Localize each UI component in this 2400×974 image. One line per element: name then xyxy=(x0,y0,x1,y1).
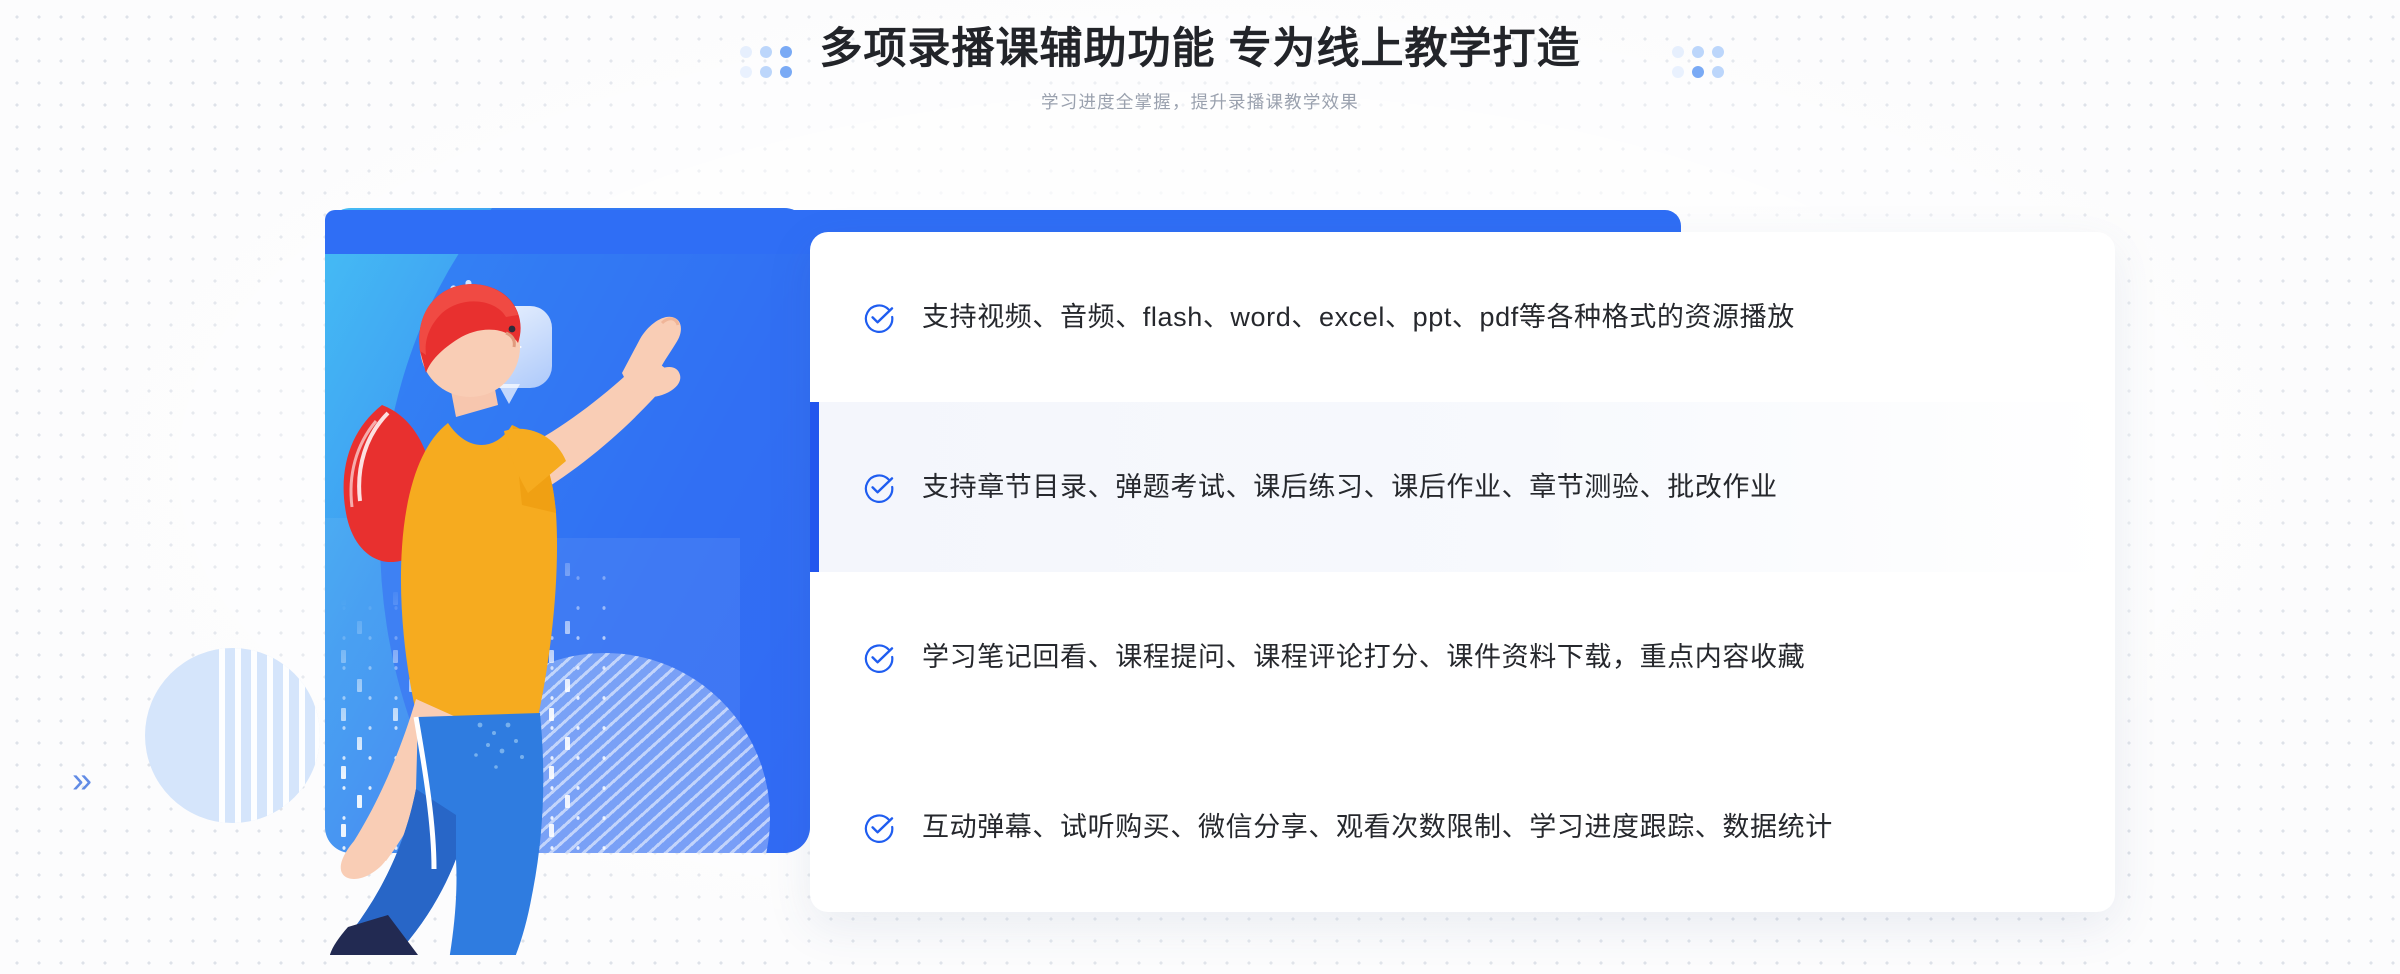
page-subtitle: 学习进度全掌握，提升录播课教学效果 xyxy=(1041,92,1359,112)
feature-list: 支持视频、音频、flash、word、excel、ppt、pdf等各种格式的资源… xyxy=(810,232,2115,912)
check-circle-icon xyxy=(864,474,894,503)
feature-label: 支持视频、音频、flash、word、excel、ppt、pdf等各种格式的资源… xyxy=(922,302,1795,332)
banner-header: 多项录播课辅助功能 专为线上教学打造 学习进度全掌握，提升录播课教学效果 xyxy=(0,18,2400,114)
woman-pointing-illustration xyxy=(330,284,681,955)
check-circle-icon xyxy=(864,304,894,333)
feature-label: 互动弹幕、试听购买、微信分享、观看次数限制、学习进度跟踪、数据统计 xyxy=(922,812,1833,842)
feature-row[interactable]: 支持章节目录、弹题考试、课后练习、课后作业、章节测验、批改作业 xyxy=(810,402,2115,572)
feature-row[interactable]: 学习笔记回看、课程提问、课程评论打分、课件资料下载，重点内容收藏 xyxy=(810,572,2115,742)
feature-row[interactable]: 互动弹幕、试听购买、微信分享、观看次数限制、学习进度跟踪、数据统计 xyxy=(810,742,2115,912)
feature-label: 支持章节目录、弹题考试、课后练习、课后作业、章节测验、批改作业 xyxy=(922,472,1778,502)
page-title: 多项录播课辅助功能 专为线上教学打造 xyxy=(819,25,1581,73)
feature-label: 学习笔记回看、课程提问、课程评论打分、课件资料下载，重点内容收藏 xyxy=(922,642,1806,672)
feature-row[interactable]: 支持视频、音频、flash、word、excel、ppt、pdf等各种格式的资源… xyxy=(810,232,2115,402)
chevron-right-icon: » xyxy=(72,759,93,800)
check-circle-icon xyxy=(864,814,894,843)
promo-banner-page: 多项录播课辅助功能 专为线上教学打造 学习进度全掌握，提升录播课教学效果 » « xyxy=(0,0,2400,974)
features-card: 支持视频、音频、flash、word、excel、ppt、pdf等各种格式的资源… xyxy=(810,232,2115,912)
decorative-striped-circle xyxy=(145,648,320,823)
check-circle-icon xyxy=(864,644,894,673)
